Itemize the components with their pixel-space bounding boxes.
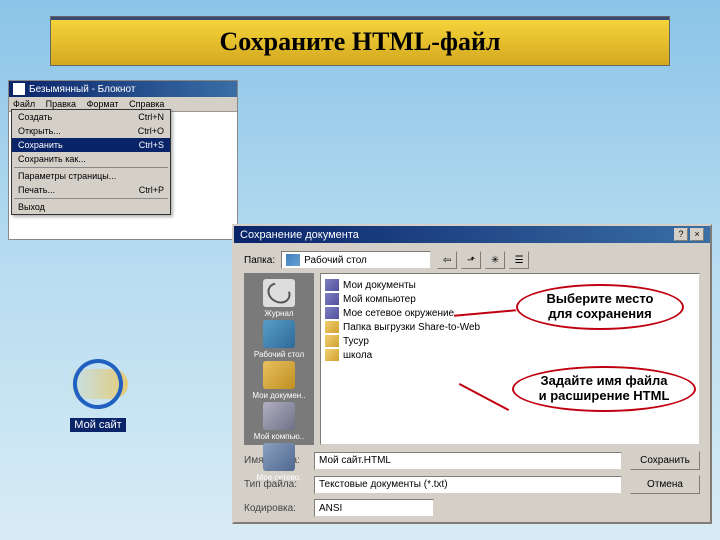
- folder-label: Папка:: [244, 255, 275, 266]
- encoding-label: Кодировка:: [244, 503, 306, 514]
- menu-item-pagesetup[interactable]: Параметры страницы...: [12, 169, 170, 183]
- notepad-window: Безымянный - Блокнот Файл Правка Формат …: [8, 80, 238, 240]
- filetype-dropdown[interactable]: Текстовые документы (*.txt): [314, 476, 622, 494]
- sidebar-history[interactable]: Журнал: [246, 279, 312, 318]
- menu-item-exit[interactable]: Выход: [12, 200, 170, 214]
- menu-separator: [14, 198, 168, 199]
- filename-input[interactable]: Мой сайт.HTML: [314, 452, 622, 470]
- folder-icon: [325, 279, 339, 291]
- sidebar-mycomp[interactable]: Мой компью..: [246, 402, 312, 441]
- menu-file[interactable]: Файл: [13, 99, 35, 109]
- menu-separator: [14, 167, 168, 168]
- network-icon: [263, 443, 295, 471]
- menu-item-saveas[interactable]: Сохранить как...: [12, 152, 170, 166]
- callout-filename: Задайте имя файла и расширение HTML: [512, 366, 696, 412]
- encoding-dropdown[interactable]: ANSI: [314, 499, 434, 517]
- menu-item-open[interactable]: Открыть...Ctrl+O: [12, 124, 170, 138]
- folder-icon: [325, 321, 339, 333]
- save-dialog-title: Сохранение документа: [240, 229, 359, 241]
- menu-edit[interactable]: Правка: [46, 99, 76, 109]
- network-icon: [325, 307, 339, 319]
- history-icon: [263, 279, 295, 307]
- slide-title: Сохраните HTML-файл: [219, 27, 500, 57]
- views-button[interactable]: ☰: [509, 251, 529, 269]
- folder-dropdown[interactable]: Рабочий стол: [281, 251, 431, 269]
- notepad-title-text: Безымянный - Блокнот: [29, 84, 135, 95]
- computer-icon: [263, 402, 295, 430]
- ie-file-icon[interactable]: Мой сайт: [56, 354, 140, 433]
- cancel-button[interactable]: Отмена: [630, 475, 700, 494]
- ie-file-label: Мой сайт: [70, 418, 125, 432]
- desktop-icon: [286, 254, 300, 266]
- menu-item-new[interactable]: СоздатьCtrl+N: [12, 110, 170, 124]
- help-button[interactable]: ?: [674, 228, 688, 241]
- ie-logo-icon: [68, 354, 128, 414]
- menu-item-print[interactable]: Печать...Ctrl+P: [12, 183, 170, 197]
- filetype-label: Тип файла:: [244, 479, 306, 490]
- file-menu-dropdown: СоздатьCtrl+N Открыть...Ctrl+O Сохранить…: [11, 109, 171, 215]
- newfolder-button[interactable]: ✳: [485, 251, 505, 269]
- list-item[interactable]: школа: [325, 348, 695, 362]
- sidebar-desktop[interactable]: Рабочий стол: [246, 320, 312, 359]
- up-button[interactable]: ⬏: [461, 251, 481, 269]
- menu-format[interactable]: Формат: [87, 99, 119, 109]
- close-button[interactable]: ×: [690, 228, 704, 241]
- menu-item-save[interactable]: СохранитьCtrl+S: [12, 138, 170, 152]
- sidebar-mydocs[interactable]: Мои докумен..: [246, 361, 312, 400]
- notepad-titlebar: Безымянный - Блокнот: [9, 81, 237, 97]
- notepad-icon: [13, 83, 25, 95]
- list-item[interactable]: Тусур: [325, 334, 695, 348]
- desktop-icon: [263, 320, 295, 348]
- save-button[interactable]: Сохранить: [630, 451, 700, 470]
- computer-icon: [325, 293, 339, 305]
- folder-icon: [263, 361, 295, 389]
- slide-title-bar: Сохраните HTML-файл: [50, 16, 670, 66]
- save-dialog-titlebar: Сохранение документа ? ×: [234, 226, 710, 243]
- places-sidebar: Журнал Рабочий стол Мои докумен.. Мой ко…: [244, 273, 314, 445]
- folder-icon: [325, 349, 339, 361]
- back-button[interactable]: ⇦: [437, 251, 457, 269]
- menu-help[interactable]: Справка: [129, 99, 164, 109]
- callout-location: Выберите место для сохранения: [516, 284, 684, 330]
- folder-icon: [325, 335, 339, 347]
